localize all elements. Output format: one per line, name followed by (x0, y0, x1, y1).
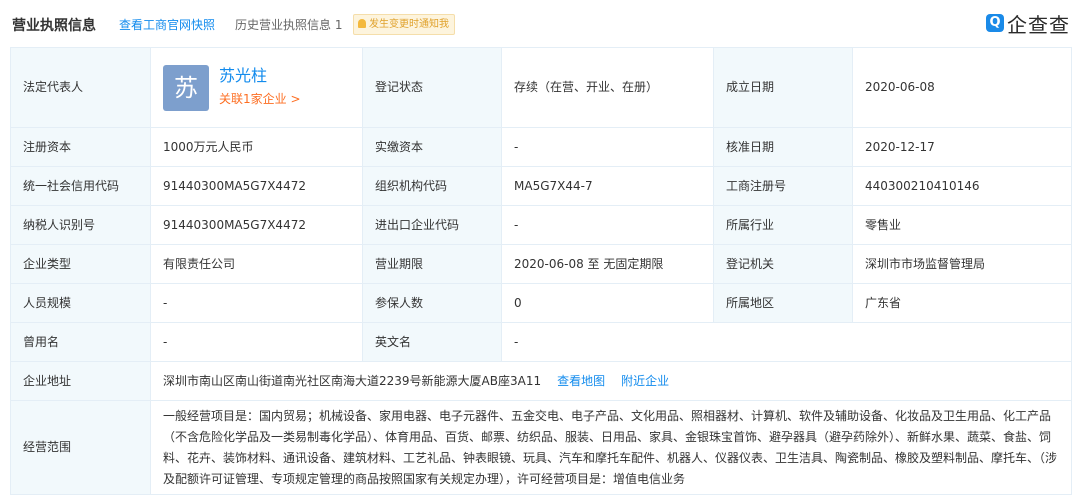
org-code-value: MA5G7X44-7 (501, 166, 714, 206)
industry-value: 零售业 (852, 205, 1072, 245)
credit-code-label: 统一社会信用代码 (10, 166, 151, 206)
address-cell: 深圳市南山区南山街道南光社区南海大道2239号新能源大厦AB座3A11 查看地图 附… (150, 361, 1072, 401)
brand-logo: Q 企查查 (986, 10, 1070, 37)
biz-term-value: 2020-06-08 至 无固定期限 (501, 244, 714, 284)
view-map-link[interactable]: 查看地图 (557, 374, 605, 388)
reg-status-label: 登记状态 (362, 47, 502, 128)
found-date-label: 成立日期 (713, 47, 853, 128)
company-type-value: 有限责任公司 (150, 244, 363, 284)
history-license-tab[interactable]: 历史营业执照信息 1 (235, 16, 342, 33)
related-companies-link[interactable]: 关联1家企业 > (219, 90, 301, 109)
nearby-companies-link[interactable]: 附近企业 (621, 374, 669, 388)
gov-snapshot-link[interactable]: 查看工商官网快照 (119, 16, 215, 33)
insured-value: 0 (501, 283, 714, 323)
change-notify-button[interactable]: 发生变更时通知我 (353, 14, 455, 35)
avatar[interactable]: 苏 (163, 64, 209, 111)
approve-date-value: 2020-12-17 (852, 127, 1072, 167)
table-row: 注册资本 1000万元人民币 实缴资本 - 核准日期 2020-12-17 (10, 127, 1072, 167)
address-label: 企业地址 (10, 361, 151, 401)
legal-rep-label: 法定代表人 (10, 47, 151, 128)
biz-reg-no-value: 440300210410146 (852, 166, 1072, 206)
biz-reg-no-label: 工商注册号 (713, 166, 853, 206)
reg-authority-label: 登记机关 (713, 244, 853, 284)
insured-label: 参保人数 (362, 283, 502, 323)
section-title: 营业执照信息 (12, 18, 96, 34)
logo-icon: Q (986, 14, 1004, 32)
scope-label: 经营范围 (10, 400, 151, 495)
table-row: 曾用名 - 英文名 - (10, 322, 1072, 362)
address-value: 深圳市南山区南山街道南光社区南海大道2239号新能源大厦AB座3A11 (163, 373, 542, 388)
staff-size-value: - (150, 283, 363, 323)
import-export-value: - (501, 205, 714, 245)
scope-value: 一般经营项目是：国内贸易；机械设备、家用电器、电子元器件、五金交电、电子产品、文… (150, 400, 1072, 495)
former-name-label: 曾用名 (10, 322, 151, 362)
region-value: 广东省 (852, 283, 1072, 323)
logo-text: 企查查 (1007, 12, 1070, 37)
table-row: 企业地址 深圳市南山区南山街道南光社区南海大道2239号新能源大厦AB座3A11… (10, 361, 1072, 401)
approve-date-label: 核准日期 (713, 127, 853, 167)
paid-capital-value: - (501, 127, 714, 167)
industry-label: 所属行业 (713, 205, 853, 245)
reg-capital-label: 注册资本 (10, 127, 151, 167)
biz-term-label: 营业期限 (362, 244, 502, 284)
company-type-label: 企业类型 (10, 244, 151, 284)
org-code-label: 组织机构代码 (362, 166, 502, 206)
license-info-table: 法定代表人 苏 苏光柱 关联1家企业 > 登记状态 存续（在营、开业、在册） 成… (10, 47, 1072, 495)
legal-rep-cell: 苏 苏光柱 关联1家企业 > (150, 47, 363, 128)
reg-capital-value: 1000万元人民币 (150, 127, 363, 167)
found-date-value: 2020-06-08 (852, 47, 1072, 128)
import-export-label: 进出口企业代码 (362, 205, 502, 245)
english-name-label: 英文名 (362, 322, 502, 362)
table-row: 人员规模 - 参保人数 0 所属地区 广东省 (10, 283, 1072, 323)
table-row: 纳税人识别号 91440300MA5G7X4472 进出口企业代码 - 所属行业… (10, 205, 1072, 245)
legal-rep-name-link[interactable]: 苏光柱 (219, 66, 301, 86)
taxpayer-label: 纳税人识别号 (10, 205, 151, 245)
table-row: 统一社会信用代码 91440300MA5G7X4472 组织机构代码 MA5G7… (10, 166, 1072, 206)
reg-authority-value: 深圳市市场监督管理局 (852, 244, 1072, 284)
reg-status-value: 存续（在营、开业、在册） (501, 47, 714, 128)
credit-code-value: 91440300MA5G7X4472 (150, 166, 363, 206)
table-row: 企业类型 有限责任公司 营业期限 2020-06-08 至 无固定期限 登记机关… (10, 244, 1072, 284)
header-bar: 营业执照信息 查看工商官网快照 历史营业执照信息 1 发生变更时通知我 Q 企查… (0, 0, 1080, 48)
former-name-value: - (150, 322, 363, 362)
bell-icon (358, 19, 366, 28)
english-name-value: - (501, 322, 1072, 362)
region-label: 所属地区 (713, 283, 853, 323)
staff-size-label: 人员规模 (10, 283, 151, 323)
taxpayer-value: 91440300MA5G7X4472 (150, 205, 363, 245)
change-notify-label: 发生变更时通知我 (369, 19, 449, 30)
table-row: 法定代表人 苏 苏光柱 关联1家企业 > 登记状态 存续（在营、开业、在册） 成… (10, 47, 1072, 128)
paid-capital-label: 实缴资本 (362, 127, 502, 167)
table-row: 经营范围 一般经营项目是：国内贸易；机械设备、家用电器、电子元器件、五金交电、电… (10, 400, 1072, 495)
